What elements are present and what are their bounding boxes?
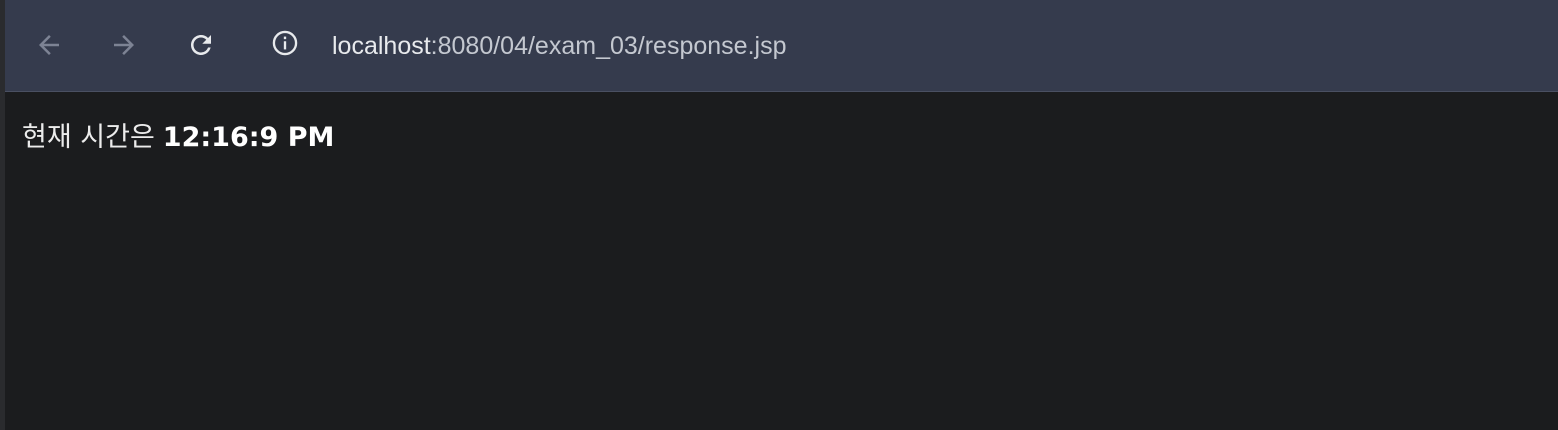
forward-button[interactable]	[105, 26, 143, 64]
info-icon	[271, 29, 299, 61]
browser-toolbar: localhost:8080/04/exam_03/response.jsp	[5, 0, 1558, 92]
reload-icon	[186, 30, 216, 60]
message-prefix: 현재 시간은	[22, 122, 155, 153]
current-time-message: 현재 시간은 12:16:9 PM	[22, 115, 334, 154]
reload-button[interactable]	[182, 26, 220, 64]
url-path: :8080/04/exam_03/response.jsp	[430, 32, 787, 60]
site-info-button[interactable]	[269, 29, 301, 61]
address-bar[interactable]: localhost:8080/04/exam_03/response.jsp	[332, 29, 786, 63]
current-time: 12:16:9 PM	[162, 122, 335, 153]
arrow-right-icon	[109, 30, 139, 60]
url-host: localhost	[332, 32, 431, 60]
back-button[interactable]	[30, 26, 68, 64]
arrow-left-icon	[34, 30, 64, 60]
page-content: 현재 시간은 12:16:9 PM	[5, 93, 1558, 430]
